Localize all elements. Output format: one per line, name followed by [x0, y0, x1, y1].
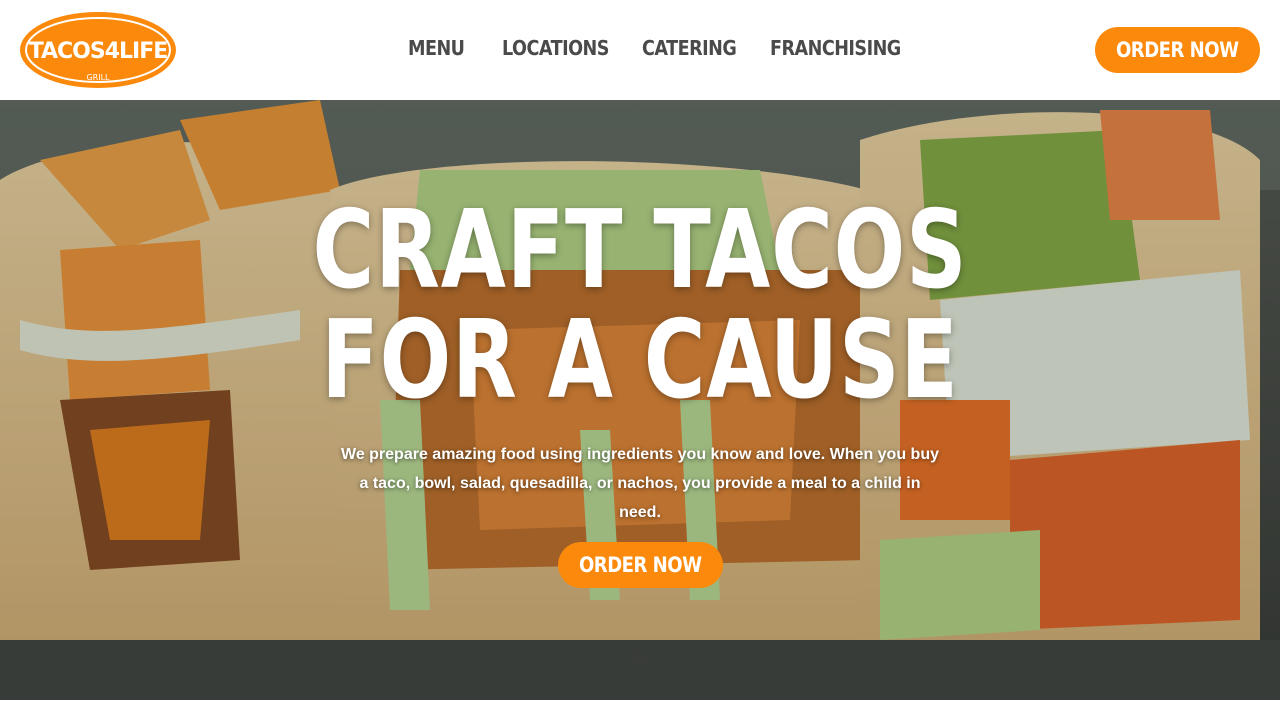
- slider-dot[interactable]: [632, 652, 646, 666]
- hero-headline: CRAFT TACOS FOR A CAUSE: [0, 196, 1280, 416]
- header-order-now-button[interactable]: ORDER NOW: [1095, 27, 1260, 73]
- site-header: TACOS4LIFE GRILL MENU LOCATIONS CATERING…: [0, 0, 1280, 100]
- hero-order-now-label: ORDER NOW: [579, 553, 702, 577]
- main-nav: MENU LOCATIONS CATERING FRANCHISING: [408, 36, 901, 60]
- page-bottom-strip: [0, 700, 1280, 720]
- nav-franchising[interactable]: FRANCHISING: [770, 36, 901, 60]
- hero-headline-line2: FOR A CAUSE: [321, 298, 959, 423]
- nav-catering[interactable]: CATERING: [642, 36, 737, 60]
- hero-section: CRAFT TACOS FOR A CAUSE We prepare amazi…: [0, 100, 1280, 700]
- hero-subtext: We prepare amazing food using ingredient…: [341, 446, 939, 521]
- hero-headline-line1: CRAFT TACOS: [312, 188, 968, 313]
- header-order-now-label: ORDER NOW: [1116, 38, 1239, 62]
- hero-order-now-button[interactable]: ORDER NOW: [558, 542, 723, 588]
- logo-text: TACOS4LIFE: [29, 39, 168, 64]
- logo-subtext: GRILL: [86, 73, 110, 82]
- nav-menu[interactable]: MENU: [408, 36, 465, 60]
- nav-locations[interactable]: LOCATIONS: [502, 36, 609, 60]
- tacos4life-logo[interactable]: TACOS4LIFE GRILL: [18, 8, 178, 92]
